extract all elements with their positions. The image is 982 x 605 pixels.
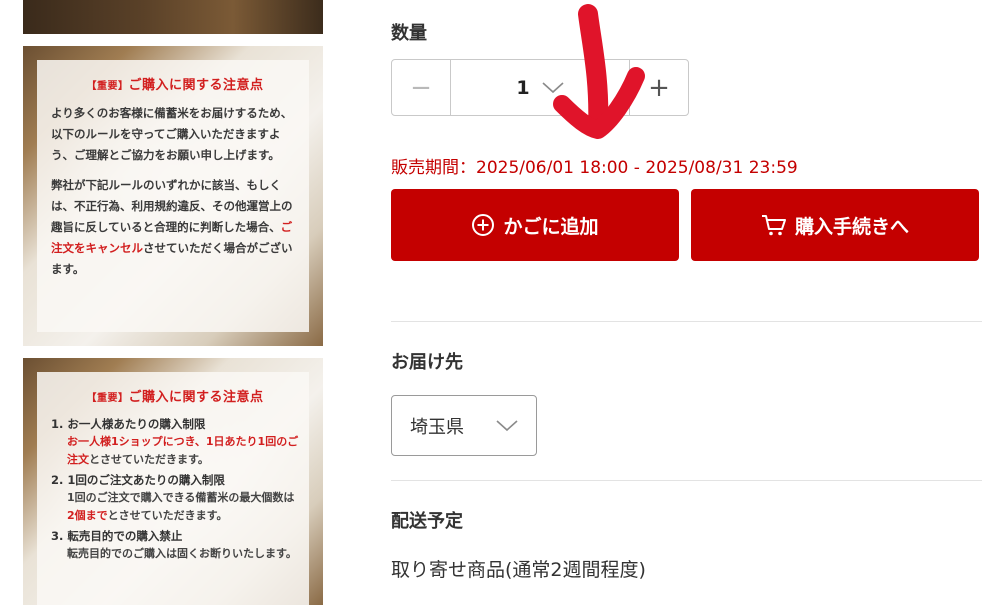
quantity-stepper: − 1 +	[391, 59, 689, 116]
notice-title-text: ご購入に関する注意点	[128, 78, 264, 93]
notice-title-text: ご購入に関する注意点	[128, 390, 264, 405]
quantity-label: 数量	[391, 23, 427, 44]
chevron-down-icon	[542, 81, 564, 93]
product-image-notice-1[interactable]: 【重要】ご購入に関する注意点 より多くのお客様に備蓄米をお届けするため、以下のル…	[23, 46, 323, 346]
sale-period-text: 販売期間：2025/06/01 18:00 - 2025/08/31 23:59	[391, 158, 798, 178]
quantity-value: 1	[516, 76, 530, 99]
rule-heading: 2. 1回のご注文あたりの購入制限	[51, 473, 225, 487]
divider	[391, 321, 982, 322]
checkout-label: 購入手続きへ	[794, 215, 909, 238]
cart-icon	[761, 215, 786, 236]
rule-body: 転売目的でのご購入は固くお断りいたします。	[51, 545, 299, 563]
rule-item: 2. 1回のご注文あたりの購入制限 1回のご注文で購入できる備蓄米の最大個数は 2…	[51, 471, 299, 525]
quantity-increase-button[interactable]: +	[629, 60, 688, 115]
quantity-select[interactable]: 1	[451, 60, 629, 115]
notice-paragraph-1: より多くのお客様に備蓄米をお届けするため、以下のルールを守ってご購入いただきます…	[51, 106, 293, 162]
prefecture-value: 埼玉県	[410, 416, 464, 438]
shipping-label: 配送予定	[391, 511, 463, 532]
rule-item: 3. 転売目的での購入禁止 転売目的でのご購入は固くお断りいたします。	[51, 527, 299, 563]
notice-title: 【重要】ご購入に関する注意点	[51, 386, 299, 405]
rule-item: 1. お一人様あたりの購入制限 お一人様1ショップにつき、1日あたり1回のご注文…	[51, 415, 299, 469]
notice-tag: 【重要】	[86, 393, 129, 404]
divider	[391, 480, 982, 481]
rule-heading: 3. 転売目的での購入禁止	[51, 529, 183, 543]
shipping-estimate-text: 取り寄せ商品(通常2週間程度)	[391, 559, 646, 581]
add-to-cart-button[interactable]: かごに追加	[391, 189, 679, 261]
rule-text: とさせていただきます。	[107, 509, 228, 522]
delivery-label: お届け先	[391, 352, 463, 373]
notice-card: 【重要】ご購入に関する注意点 1. お一人様あたりの購入制限 お一人様1ショップ…	[37, 372, 309, 605]
add-to-cart-label: かごに追加	[503, 215, 599, 238]
rule-highlight: 2個まで	[67, 509, 108, 522]
notice-title: 【重要】ご購入に関する注意点	[51, 74, 299, 93]
checkout-button[interactable]: 購入手続きへ	[691, 189, 979, 261]
quantity-decrease-button[interactable]: −	[392, 60, 451, 115]
rule-text: 1回のご注文で購入できる備蓄米の最大個数は	[67, 491, 295, 504]
rule-body: お一人様1ショップにつき、1日あたり1回のご注文とさせていただきます。	[51, 433, 299, 469]
plus-circle-icon	[472, 214, 495, 236]
product-image-top[interactable]	[23, 0, 323, 34]
notice-card: 【重要】ご購入に関する注意点 より多くのお客様に備蓄米をお届けするため、以下のル…	[37, 60, 309, 332]
rule-heading: 1. お一人様あたりの購入制限	[51, 417, 206, 431]
rule-text: とさせていただきます。	[89, 453, 209, 466]
notice-paragraph-2: 弊社が下記ルールのいずれかに該当、もしくは、不正行為、利用規約違反、その他運営上…	[51, 175, 299, 280]
prefecture-select[interactable]: 埼玉県	[391, 395, 537, 456]
notice-tag: 【重要】	[86, 81, 129, 92]
rule-text: 転売目的でのご購入は固くお断りいたします。	[67, 547, 297, 560]
chevron-down-icon	[496, 419, 518, 431]
rule-body: 1回のご注文で購入できる備蓄米の最大個数は 2個までとさせていただきます。	[51, 489, 299, 525]
product-image-notice-2[interactable]: 【重要】ご購入に関する注意点 1. お一人様あたりの購入制限 お一人様1ショップ…	[23, 358, 323, 605]
notice-text: 弊社が下記ルールのいずれかに該当、もしくは、不正行為、利用規約違反、その他運営上…	[51, 178, 293, 234]
